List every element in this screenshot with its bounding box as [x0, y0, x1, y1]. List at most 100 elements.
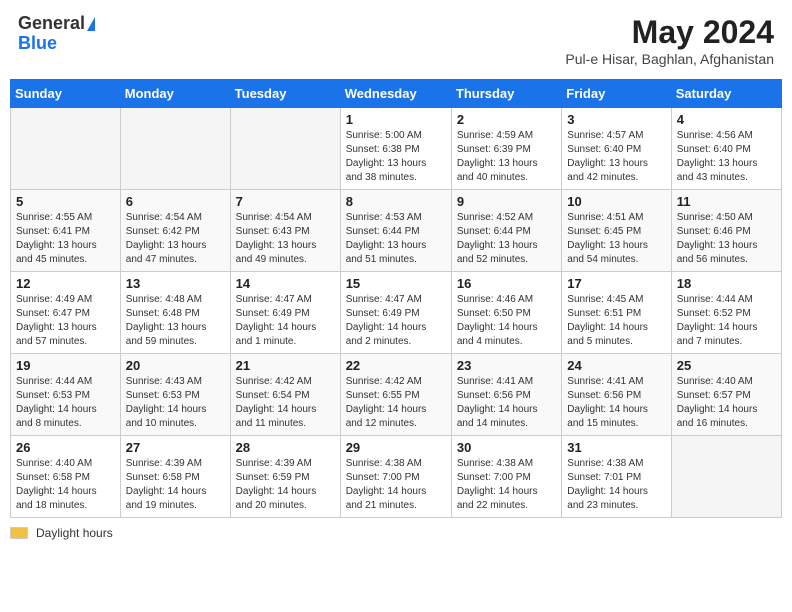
calendar-cell: 15 Sunrise: 4:47 AM Sunset: 6:49 PM Dayli…: [340, 272, 451, 354]
calendar-cell: 10 Sunrise: 4:51 AM Sunset: 6:45 PM Dayli…: [562, 190, 671, 272]
day-number: 3: [567, 112, 665, 127]
day-number: 27: [126, 440, 225, 455]
day-info: Sunrise: 4:48 AM Sunset: 6:48 PM Dayligh…: [126, 293, 225, 349]
day-number: 7: [236, 194, 335, 209]
calendar-cell: 8 Sunrise: 4:53 AM Sunset: 6:44 PM Daylig…: [340, 190, 451, 272]
calendar-cell: 11 Sunrise: 4:50 AM Sunset: 6:46 PM Dayli…: [671, 190, 781, 272]
day-info: Sunrise: 4:38 AM Sunset: 7:00 PM Dayligh…: [346, 457, 446, 513]
calendar-cell: [11, 108, 121, 190]
calendar-cell: 19 Sunrise: 4:44 AM Sunset: 6:53 PM Dayli…: [11, 354, 121, 436]
daylight-color-box: [10, 527, 28, 539]
day-info: Sunrise: 4:44 AM Sunset: 6:52 PM Dayligh…: [677, 293, 776, 349]
day-info: Sunrise: 4:57 AM Sunset: 6:40 PM Dayligh…: [567, 129, 665, 185]
day-number: 4: [677, 112, 776, 127]
month-title: May 2024: [565, 14, 774, 51]
header-cell-friday: Friday: [562, 80, 671, 108]
day-number: 20: [126, 358, 225, 373]
day-number: 24: [567, 358, 665, 373]
day-info: Sunrise: 4:56 AM Sunset: 6:40 PM Dayligh…: [677, 129, 776, 185]
day-info: Sunrise: 4:53 AM Sunset: 6:44 PM Dayligh…: [346, 211, 446, 267]
calendar-cell: 14 Sunrise: 4:47 AM Sunset: 6:49 PM Dayli…: [230, 272, 340, 354]
week-row-4: 19 Sunrise: 4:44 AM Sunset: 6:53 PM Dayli…: [11, 354, 782, 436]
day-number: 12: [16, 276, 115, 291]
week-row-1: 1Sunrise: 5:00 AM Sunset: 6:38 PM Daylig…: [11, 108, 782, 190]
day-number: 30: [457, 440, 556, 455]
day-number: 16: [457, 276, 556, 291]
header-row: SundayMondayTuesdayWednesdayThursdayFrid…: [11, 80, 782, 108]
location-text: Pul-e Hisar, Baghlan, Afghanistan: [565, 51, 774, 67]
day-number: 28: [236, 440, 335, 455]
day-number: 10: [567, 194, 665, 209]
calendar-cell: 31 Sunrise: 4:38 AM Sunset: 7:01 PM Dayli…: [562, 436, 671, 518]
day-number: 8: [346, 194, 446, 209]
calendar-cell: 22Sunrise: 4:42 AM Sunset: 6:55 PM Dayli…: [340, 354, 451, 436]
day-info: Sunrise: 4:44 AM Sunset: 6:53 PM Dayligh…: [16, 375, 115, 431]
day-number: 5: [16, 194, 115, 209]
day-info: Sunrise: 4:39 AM Sunset: 6:58 PM Dayligh…: [126, 457, 225, 513]
day-number: 21: [236, 358, 335, 373]
day-info: Sunrise: 4:47 AM Sunset: 6:49 PM Dayligh…: [236, 293, 335, 349]
calendar-cell: 20 Sunrise: 4:43 AM Sunset: 6:53 PM Dayli…: [120, 354, 230, 436]
day-number: 13: [126, 276, 225, 291]
week-row-5: 26 Sunrise: 4:40 AM Sunset: 6:58 PM Dayli…: [11, 436, 782, 518]
header-cell-thursday: Thursday: [451, 80, 561, 108]
day-number: 26: [16, 440, 115, 455]
logo-triangle-icon: [87, 17, 95, 31]
calendar-cell: 24Sunrise: 4:41 AM Sunset: 6:56 PM Dayli…: [562, 354, 671, 436]
logo: General Blue: [18, 14, 95, 54]
day-info: Sunrise: 4:49 AM Sunset: 6:47 PM Dayligh…: [16, 293, 115, 349]
logo-general-text: General: [18, 14, 85, 34]
day-info: Sunrise: 4:42 AM Sunset: 6:54 PM Dayligh…: [236, 375, 335, 431]
day-number: 29: [346, 440, 446, 455]
day-number: 18: [677, 276, 776, 291]
calendar-cell: 9Sunrise: 4:52 AM Sunset: 6:44 PM Daylig…: [451, 190, 561, 272]
calendar-cell: 23Sunrise: 4:41 AM Sunset: 6:56 PM Dayli…: [451, 354, 561, 436]
day-info: Sunrise: 4:45 AM Sunset: 6:51 PM Dayligh…: [567, 293, 665, 349]
calendar-cell: [120, 108, 230, 190]
day-number: 2: [457, 112, 556, 127]
day-info: Sunrise: 4:43 AM Sunset: 6:53 PM Dayligh…: [126, 375, 225, 431]
calendar-cell: 6Sunrise: 4:54 AM Sunset: 6:42 PM Daylig…: [120, 190, 230, 272]
day-info: Sunrise: 4:46 AM Sunset: 6:50 PM Dayligh…: [457, 293, 556, 349]
day-info: Sunrise: 4:50 AM Sunset: 6:46 PM Dayligh…: [677, 211, 776, 267]
day-number: 9: [457, 194, 556, 209]
day-info: Sunrise: 4:38 AM Sunset: 7:01 PM Dayligh…: [567, 457, 665, 513]
calendar-cell: 25 Sunrise: 4:40 AM Sunset: 6:57 PM Dayli…: [671, 354, 781, 436]
week-row-2: 5Sunrise: 4:55 AM Sunset: 6:41 PM Daylig…: [11, 190, 782, 272]
calendar-header: SundayMondayTuesdayWednesdayThursdayFrid…: [11, 80, 782, 108]
day-number: 14: [236, 276, 335, 291]
header-cell-monday: Monday: [120, 80, 230, 108]
logo-blue-text: Blue: [18, 34, 95, 54]
calendar-cell: 3 Sunrise: 4:57 AM Sunset: 6:40 PM Daylig…: [562, 108, 671, 190]
calendar-cell: 18 Sunrise: 4:44 AM Sunset: 6:52 PM Dayli…: [671, 272, 781, 354]
header-cell-wednesday: Wednesday: [340, 80, 451, 108]
footer: Daylight hours: [10, 526, 782, 540]
day-number: 25: [677, 358, 776, 373]
day-info: Sunrise: 4:40 AM Sunset: 6:57 PM Dayligh…: [677, 375, 776, 431]
calendar-cell: 2Sunrise: 4:59 AM Sunset: 6:39 PM Daylig…: [451, 108, 561, 190]
day-info: Sunrise: 4:40 AM Sunset: 6:58 PM Dayligh…: [16, 457, 115, 513]
calendar-cell: 29 Sunrise: 4:38 AM Sunset: 7:00 PM Dayli…: [340, 436, 451, 518]
day-number: 23: [457, 358, 556, 373]
calendar-body: 1Sunrise: 5:00 AM Sunset: 6:38 PM Daylig…: [11, 108, 782, 518]
day-info: Sunrise: 4:38 AM Sunset: 7:00 PM Dayligh…: [457, 457, 556, 513]
day-info: Sunrise: 5:00 AM Sunset: 6:38 PM Dayligh…: [346, 129, 446, 185]
day-number: 31: [567, 440, 665, 455]
calendar-cell: 28Sunrise: 4:39 AM Sunset: 6:59 PM Dayli…: [230, 436, 340, 518]
header-cell-tuesday: Tuesday: [230, 80, 340, 108]
day-number: 19: [16, 358, 115, 373]
page-header: General Blue May 2024 Pul-e Hisar, Baghl…: [10, 10, 782, 71]
day-info: Sunrise: 4:47 AM Sunset: 6:49 PM Dayligh…: [346, 293, 446, 349]
calendar-table: SundayMondayTuesdayWednesdayThursdayFrid…: [10, 79, 782, 518]
daylight-label: Daylight hours: [36, 526, 113, 540]
title-area: May 2024 Pul-e Hisar, Baghlan, Afghanist…: [565, 14, 774, 67]
calendar-cell: 27 Sunrise: 4:39 AM Sunset: 6:58 PM Dayli…: [120, 436, 230, 518]
calendar-cell: 5Sunrise: 4:55 AM Sunset: 6:41 PM Daylig…: [11, 190, 121, 272]
day-number: 6: [126, 194, 225, 209]
calendar-cell: 17Sunrise: 4:45 AM Sunset: 6:51 PM Dayli…: [562, 272, 671, 354]
day-number: 15: [346, 276, 446, 291]
calendar-cell: 7Sunrise: 4:54 AM Sunset: 6:43 PM Daylig…: [230, 190, 340, 272]
day-number: 11: [677, 194, 776, 209]
header-cell-saturday: Saturday: [671, 80, 781, 108]
day-info: Sunrise: 4:51 AM Sunset: 6:45 PM Dayligh…: [567, 211, 665, 267]
